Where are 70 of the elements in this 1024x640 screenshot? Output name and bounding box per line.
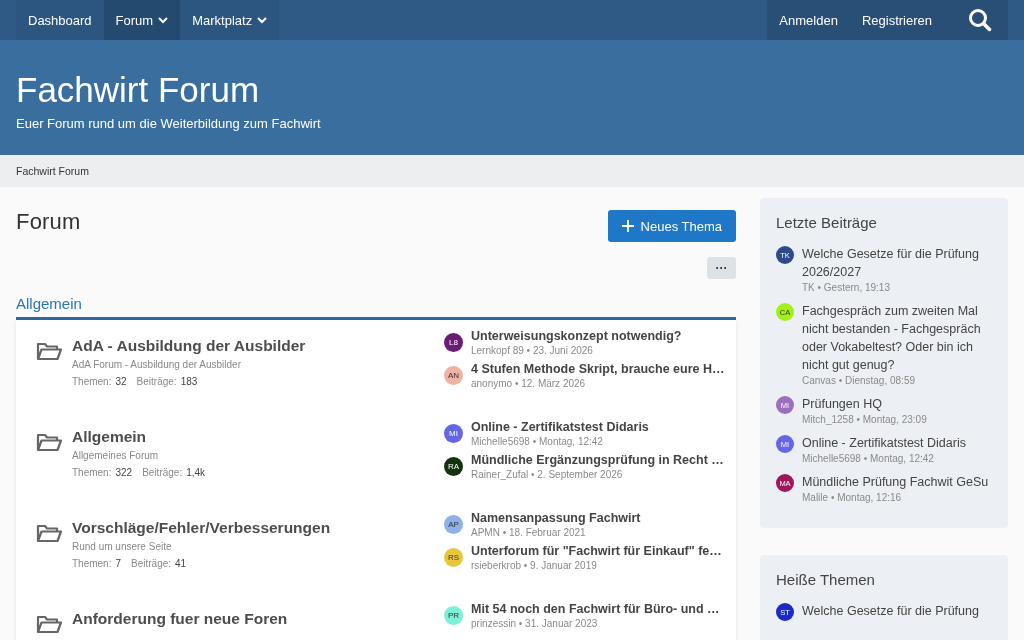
stat-value: 322 [115, 467, 133, 478]
user-avatar[interactable]: AN [444, 366, 463, 385]
post-meta: TK • Gestern, 19:13 [802, 282, 891, 293]
stat-label: Themen: [72, 467, 112, 478]
nav-link[interactable]: Registrieren [849, 0, 944, 40]
user-avatar[interactable]: RA [444, 457, 463, 476]
user-avatar[interactable]: AP [444, 515, 463, 534]
post-meta: APMN • 18. Februar 2021 [471, 527, 587, 538]
user-avatar[interactable]: RS [444, 548, 463, 567]
thread-link[interactable]: 4 Stufen Methode Skript, brauche eure H… [471, 362, 725, 376]
thread-link[interactable]: Online - Zertifikatstest Didaris [471, 420, 649, 434]
post-meta: Michelle5698 • Montag, 12:42 [471, 436, 604, 447]
thread-link[interactable]: Unterweisungskonzept notwendig? [471, 329, 682, 343]
forum-description: AdA Forum - Ausbildung der Ausbilder [72, 359, 242, 370]
nav-tab[interactable]: Forum [103, 0, 181, 40]
post-meta: prinzessin • 31. Januar 2023 [471, 618, 599, 629]
user-avatar[interactable]: L8 [444, 333, 463, 352]
post-meta: rsieberkrob • 9. Januar 2019 [471, 560, 598, 571]
stat-label: Themen: [72, 376, 112, 387]
page-title: Forum [16, 209, 81, 235]
new-thread-button[interactable]: Neues Thema [607, 210, 736, 242]
forum-name[interactable]: AdA - Ausbildung der Ausbilder [72, 337, 306, 355]
forum-description: Rund um unsere Seite [72, 541, 173, 552]
forum-description: Allgemeines Forum [72, 450, 160, 461]
more-button[interactable]: ··· [707, 257, 736, 279]
post-meta: Mitch_1258 • Montag, 23:09 [802, 414, 927, 425]
thread-link[interactable]: Prüfungen HQ [802, 395, 927, 413]
nav-link[interactable]: Anmelden [767, 0, 850, 40]
post-meta: Michelle5698 • Montag, 12:42 [802, 453, 935, 464]
thread-link[interactable]: Welche Gesetze für die Prüfung [802, 602, 979, 620]
thread-link[interactable]: Mit 54 noch den Fachwirt für Büro- und … [471, 602, 720, 616]
stat-value: 32 [115, 376, 127, 387]
thread-link[interactable]: Mündliche Ergänzungsprüfung in Recht … [471, 453, 724, 467]
thread-link[interactable]: Unterforum für "Fachwirt für Einkauf" fe… [471, 544, 722, 558]
stat-value: 7 [115, 558, 122, 569]
stat-label: Beiträge: [142, 467, 183, 478]
stat-label: Beiträge: [131, 558, 172, 569]
plus-icon [621, 220, 634, 232]
post-meta: anonymo • 12. März 2026 [471, 378, 587, 389]
stat-value: 183 [180, 376, 198, 387]
stat-label: Beiträge: [136, 376, 177, 387]
forum-name[interactable]: Anforderung fuer neue Foren [72, 610, 288, 628]
site-title[interactable]: Fachwirt Forum [16, 68, 1008, 112]
post-meta: Rainer_Zufal • 2. September 2026 [471, 469, 624, 480]
block-title: Letzte Beiträge [776, 214, 878, 231]
stat-label: Themen: [72, 558, 112, 569]
site-tagline: Euer Forum rund um die Weiterbildung zum Fachwirt [16, 116, 322, 131]
nav-tab[interactable]: Dashboard [16, 0, 104, 40]
forum-name[interactable]: Vorschläge/Fehler/Verbesserungen [72, 519, 331, 537]
stat-value: 41 [175, 558, 187, 569]
search-icon [968, 8, 992, 32]
folder-icon [36, 432, 62, 452]
user-avatar[interactable]: PR [444, 606, 463, 625]
folder-icon [36, 614, 62, 634]
thread-link[interactable]: Namensanpassung Fachwirt [471, 511, 641, 525]
stat-value: 1,4k [186, 467, 206, 478]
user-avatar[interactable]: MI [444, 424, 463, 443]
nav-tab[interactable]: Marktplatz [180, 0, 280, 40]
forum-name[interactable]: Allgemein [72, 428, 212, 446]
thread-link[interactable]: Mündliche Prüfung Fachwit GeSu [802, 473, 989, 491]
breadcrumb-link[interactable]: Fachwirt Forum [16, 165, 89, 177]
folder-icon [36, 341, 62, 361]
thread-link[interactable]: Online - Zertifikatstest Didaris [802, 434, 966, 452]
thread-link[interactable]: Welche Gesetze für die Prüfung 2026/2027 [802, 245, 992, 281]
folder-icon [36, 523, 62, 543]
post-meta: Canvas • Dienstag, 08:59 [802, 375, 916, 386]
post-meta: Malile • Montag, 12:16 [802, 492, 903, 503]
block-title: Heiße Themen [776, 571, 876, 588]
thread-link[interactable]: Fachgespräch zum zweiten Mal nicht bestanden - Fachgespräch oder Vokabeltest? Oder bin ich nicht gut genug? [802, 302, 992, 374]
post-meta: Lernkopf 89 • 23. Juni 2026 [471, 345, 594, 356]
